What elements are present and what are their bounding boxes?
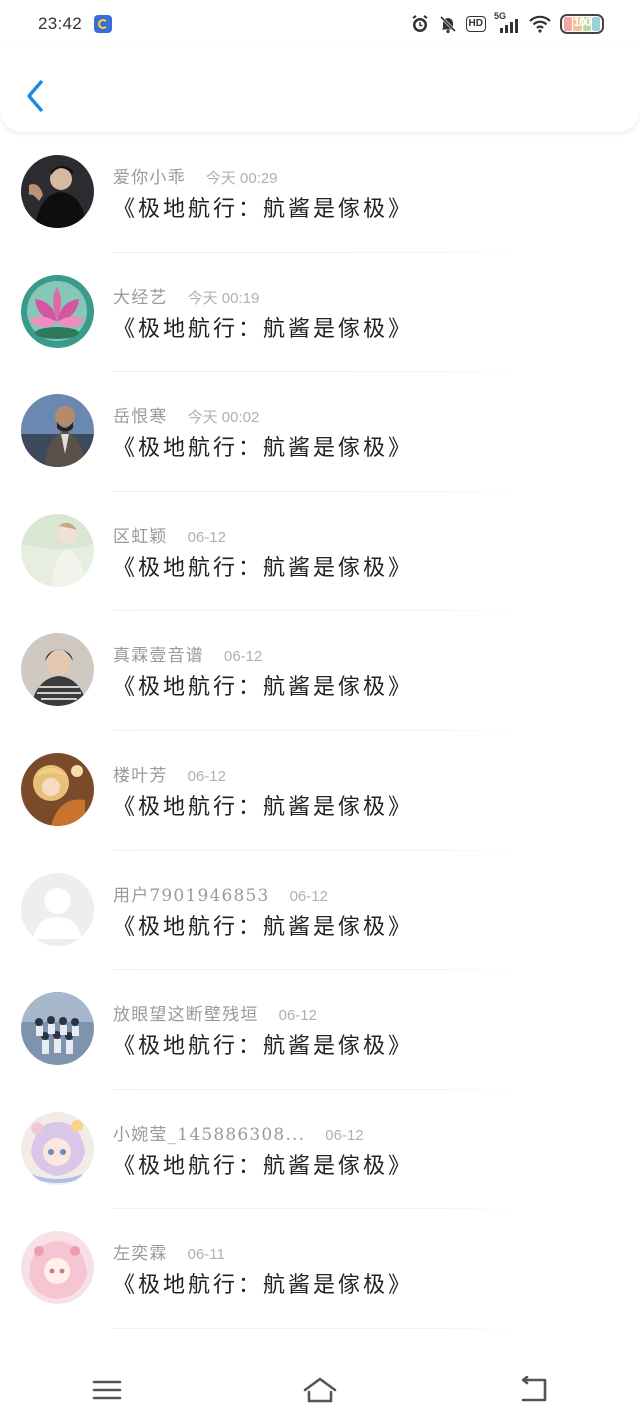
list-item[interactable]: 左奕霖 06-11 《极地航行：航酱是傢极》 bbox=[0, 1209, 640, 1329]
back-button[interactable] bbox=[18, 76, 52, 116]
user-name[interactable]: 左奕霖 bbox=[113, 1239, 168, 1264]
timestamp: 06-12 bbox=[289, 887, 328, 905]
avatar[interactable] bbox=[21, 633, 94, 707]
user-name[interactable]: 爱你小乖 bbox=[113, 163, 186, 188]
signal-5g-icon: 5G bbox=[494, 11, 520, 34]
user-name[interactable]: 用户7901946853 bbox=[113, 881, 270, 906]
wifi-icon bbox=[528, 14, 552, 34]
avatar[interactable] bbox=[21, 394, 94, 468]
timestamp: 06-12 bbox=[325, 1126, 364, 1144]
message-text: 《极地航行：航酱是傢极》 bbox=[113, 555, 414, 581]
system-nav-bar bbox=[0, 1352, 640, 1427]
avatar[interactable] bbox=[21, 274, 94, 348]
list-item[interactable]: 楼叶芳 06-12 《极地航行：航酱是傢极》 bbox=[0, 731, 640, 851]
avatar[interactable] bbox=[21, 752, 94, 826]
message-text: 《极地航行：航酱是傢极》 bbox=[113, 436, 414, 462]
timestamp: 今天 00:19 bbox=[187, 289, 260, 307]
list-item[interactable]: 小婉莹_145886308... 06-12 《极地航行：航酱是傢极》 bbox=[0, 1090, 640, 1210]
back-icon bbox=[522, 1375, 547, 1401]
avatar[interactable] bbox=[21, 992, 94, 1066]
status-right: HD 5G 100 bbox=[410, 11, 604, 34]
user-name[interactable]: 真霖壹音谱 bbox=[113, 641, 204, 666]
network-label: 5G bbox=[494, 11, 507, 21]
home-icon bbox=[303, 1377, 337, 1402]
home-button[interactable] bbox=[290, 1365, 350, 1415]
user-name[interactable]: 岳恨寒 bbox=[113, 402, 168, 427]
message-text: 《极地航行：航酱是傢极》 bbox=[113, 1034, 414, 1060]
app-notification-icon bbox=[94, 15, 113, 33]
message-text: 《极地航行：航酱是傢极》 bbox=[113, 1273, 414, 1299]
list-item[interactable]: 区虹颖 06-12 《极地航行：航酱是傢极》 bbox=[0, 492, 640, 612]
battery-icon: 100 bbox=[560, 14, 604, 34]
message-text: 《极地航行：航酱是傢极》 bbox=[113, 675, 414, 701]
message-text: 《极地航行：航酱是傢极》 bbox=[113, 197, 414, 222]
list-item[interactable]: 真霖壹音谱 06-12 《极地航行：航酱是傢极》 bbox=[0, 611, 640, 731]
user-name[interactable]: 放眼望这断壁残垣 bbox=[113, 1000, 259, 1025]
timestamp: 06-12 bbox=[187, 767, 226, 785]
user-name[interactable]: 区虹颖 bbox=[113, 522, 168, 547]
list-item[interactable]: 用户7901946853 06-12 《极地航行：航酱是傢极》 bbox=[0, 851, 640, 971]
status-left: 23:42 bbox=[38, 14, 113, 34]
timestamp: 06-12 bbox=[187, 528, 226, 546]
user-name[interactable]: 小婉莹_145886308... bbox=[113, 1120, 305, 1145]
battery-label: 100 bbox=[573, 15, 591, 29]
list-item[interactable]: 放眼望这断壁残垣 06-12 《极地航行：航酱是傢极》 bbox=[0, 970, 640, 1090]
timestamp: 今天 00:29 bbox=[205, 170, 278, 187]
menu-icon bbox=[92, 1380, 121, 1399]
hd-icon: HD bbox=[465, 14, 486, 34]
message-text: 《极地航行：航酱是傢极》 bbox=[113, 1153, 414, 1179]
message-text: 《极地航行：航酱是傢极》 bbox=[113, 914, 414, 940]
list-item[interactable]: 爱你小乖 今天 00:29 《极地航行：航酱是傢极》 bbox=[0, 133, 640, 253]
avatar[interactable] bbox=[21, 513, 94, 587]
user-name[interactable]: 大经艺 bbox=[113, 283, 168, 308]
header bbox=[0, 48, 640, 132]
timestamp: 06-12 bbox=[224, 648, 263, 666]
message-text: 《极地航行：航酱是傢极》 bbox=[113, 794, 414, 820]
back-nav-button[interactable] bbox=[503, 1365, 563, 1415]
avatar[interactable] bbox=[21, 872, 94, 946]
timestamp: 06-11 bbox=[187, 1246, 225, 1264]
timestamp: 06-12 bbox=[278, 1007, 317, 1025]
user-name[interactable]: 楼叶芳 bbox=[113, 761, 168, 786]
chevron-left-icon bbox=[27, 80, 43, 112]
status-time: 23:42 bbox=[38, 14, 83, 33]
divider bbox=[113, 1327, 528, 1329]
message-text: 《极地航行：航酱是傢极》 bbox=[113, 316, 414, 342]
message-list: 爱你小乖 今天 00:29 《极地航行：航酱是傢极》 大经艺 今天 00:19 《极… bbox=[0, 133, 640, 1329]
alarm-icon bbox=[410, 14, 430, 34]
status-bar: 23:42 HD 5G 100 bbox=[0, 0, 640, 48]
list-item[interactable]: 大经艺 今天 00:19 《极地航行：航酱是傢极》 bbox=[0, 253, 640, 373]
avatar[interactable] bbox=[21, 1231, 94, 1305]
list-item[interactable]: 岳恨寒 今天 00:02 《极地航行：航酱是傢极》 bbox=[0, 372, 640, 492]
mute-bell-icon bbox=[438, 14, 458, 34]
avatar[interactable] bbox=[21, 155, 94, 228]
timestamp: 今天 00:02 bbox=[187, 409, 260, 427]
menu-button[interactable] bbox=[77, 1365, 137, 1415]
avatar[interactable] bbox=[21, 1111, 94, 1185]
